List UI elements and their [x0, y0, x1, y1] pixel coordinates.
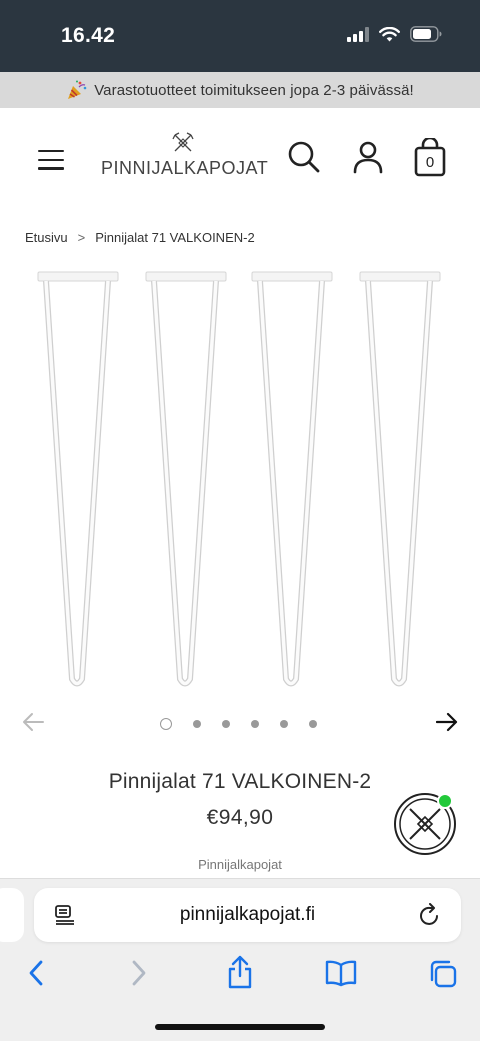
carousel-dot[interactable] [280, 720, 288, 728]
breadcrumb-separator: > [77, 230, 86, 245]
share-icon[interactable] [226, 955, 254, 989]
product-vendor[interactable]: Pinnijalkapojat [0, 857, 480, 872]
back-icon[interactable] [26, 959, 46, 987]
bookmarks-icon[interactable] [325, 959, 357, 987]
cellular-icon [347, 26, 369, 42]
reload-icon[interactable] [419, 903, 441, 927]
browser-chrome: pinnijalkapojat.fi [0, 878, 480, 1041]
battery-icon [410, 26, 442, 42]
leg-3 [251, 271, 333, 687]
breadcrumb-current: Pinnijalat 71 VALKOINEN-2 [95, 230, 255, 245]
product-image[interactable] [0, 264, 480, 704]
carousel-dots [160, 718, 338, 730]
site-header: PINNIJALKAPOJAT 0 [0, 108, 480, 208]
account-icon[interactable] [351, 140, 385, 174]
previous-tab-preview[interactable] [0, 888, 24, 942]
carousel-dot[interactable] [222, 720, 230, 728]
status-bar: 16.42 [0, 0, 480, 72]
prev-arrow-icon[interactable] [22, 712, 44, 732]
logo-mark-icon [172, 132, 194, 152]
product-title: Pinnijalat 71 VALKOINEN-2 [108, 770, 372, 793]
status-time: 16.42 [61, 24, 116, 47]
forward-icon[interactable] [129, 959, 149, 987]
logo-text: PINNIJALKAPOJAT [101, 158, 269, 178]
carousel-dot[interactable] [193, 720, 201, 728]
carousel-nav [0, 704, 480, 740]
promo-text: Varastotuotteet toimitukseen jopa 2-3 pä… [94, 81, 414, 99]
carousel-dot[interactable] [160, 718, 172, 730]
cart-button[interactable]: 0 [412, 136, 448, 178]
leg-2 [145, 271, 227, 687]
address-bar[interactable]: pinnijalkapojat.fi [34, 888, 461, 942]
status-icons [347, 26, 442, 42]
breadcrumb: Etusivu > Pinnijalat 71 VALKOINEN-2 [25, 230, 255, 245]
breadcrumb-home[interactable]: Etusivu [25, 230, 68, 245]
carousel-dot[interactable] [251, 720, 259, 728]
hairpin-legs-image [37, 271, 441, 687]
site-logo[interactable]: PINNIJALKAPOJAT [101, 130, 269, 186]
search-icon[interactable] [287, 140, 321, 174]
home-indicator[interactable] [155, 1024, 325, 1030]
online-status-dot [437, 793, 453, 809]
menu-icon[interactable] [38, 150, 64, 170]
url-text: pinnijalkapojat.fi [179, 904, 316, 925]
leg-1 [37, 271, 119, 687]
next-arrow-icon[interactable] [436, 712, 458, 732]
leg-4 [359, 271, 441, 687]
party-popper-icon [68, 80, 87, 99]
tabs-icon[interactable] [428, 959, 458, 989]
carousel-dot[interactable] [309, 720, 317, 728]
cart-count: 0 [425, 154, 435, 171]
wifi-icon [379, 26, 400, 41]
promo-banner[interactable]: Varastotuotteet toimitukseen jopa 2-3 pä… [0, 72, 480, 108]
